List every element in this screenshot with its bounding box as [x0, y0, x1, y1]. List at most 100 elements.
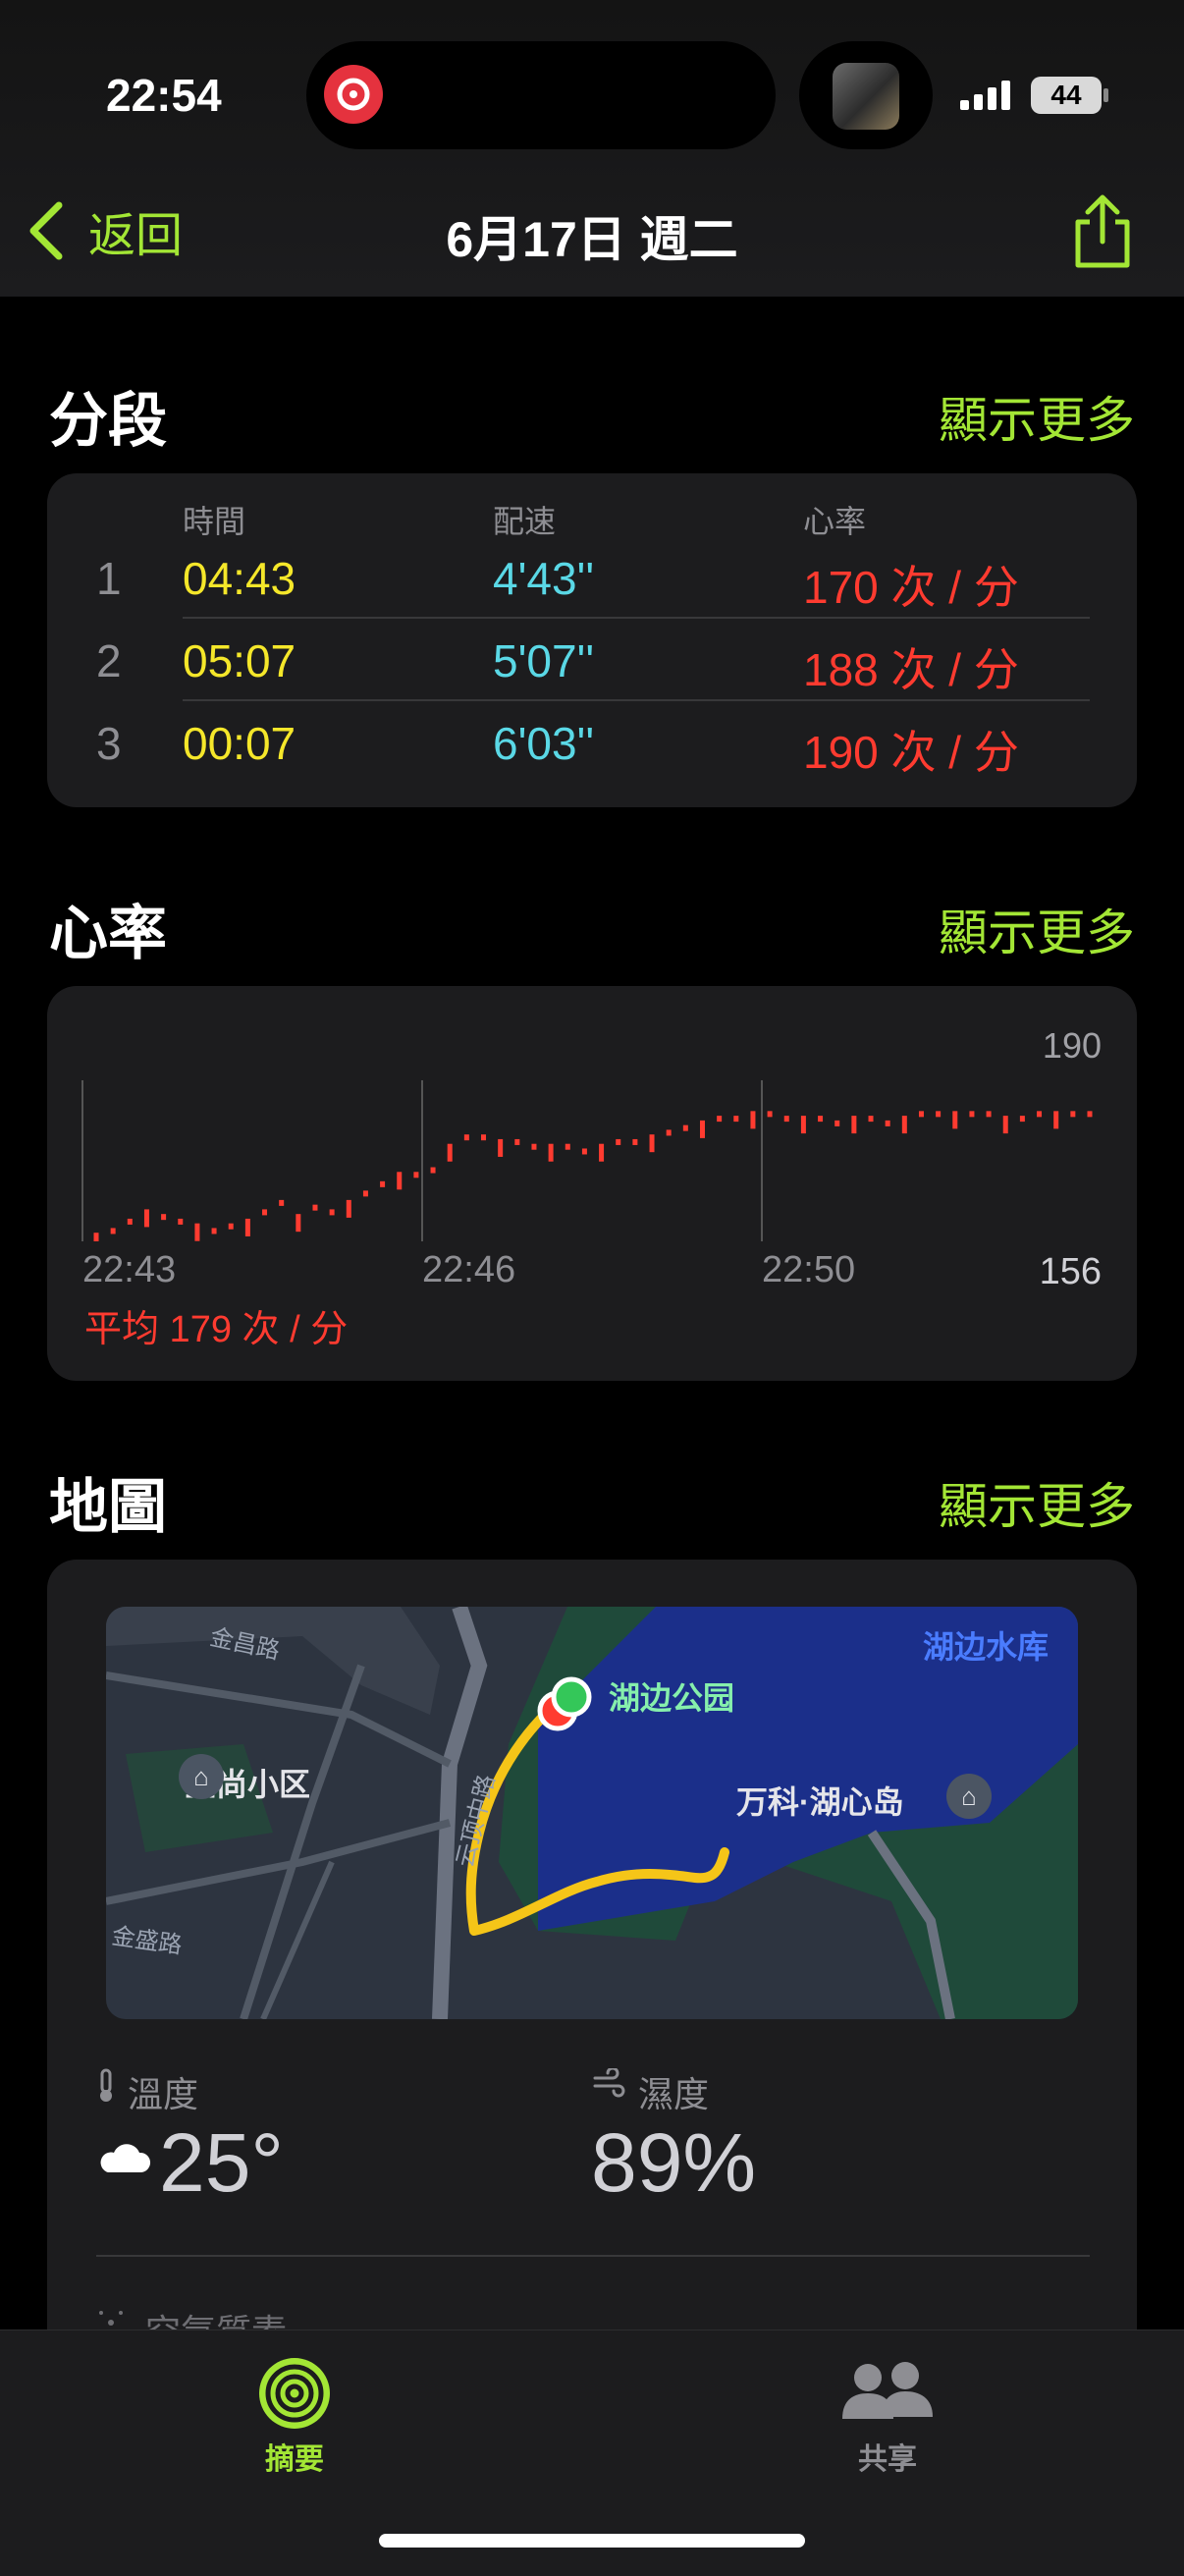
- splits-card: 時間 配速 心率 1 04:43 4'43'' 170 次 / 分 2 05:0…: [47, 473, 1137, 807]
- hr-data-point: [885, 1120, 890, 1126]
- humidity-wind-icon: [593, 2068, 625, 2098]
- cloud-icon: [100, 2144, 151, 2172]
- people-icon: [842, 2362, 933, 2419]
- hr-data-point: [498, 1138, 504, 1157]
- hr-data-point: [110, 1228, 116, 1234]
- heart-rate-card[interactable]: 190 22:43 22:46 22:50 156 平均 179 次 / 分: [47, 986, 1137, 1381]
- hr-data-point: [1087, 1111, 1093, 1118]
- map-label-island: 万科·湖心岛: [736, 1784, 904, 1820]
- hr-data-point: [868, 1116, 874, 1123]
- split-hr: 170 次 / 分: [803, 562, 1019, 613]
- map-label-park: 湖边公园: [609, 1680, 735, 1716]
- hr-data-point: [329, 1209, 335, 1216]
- x-tick-label: 22:46: [422, 1249, 516, 1290]
- hr-data-point: [481, 1134, 487, 1141]
- split-row: 3 00:07 6'03'' 190 次 / 分: [47, 701, 1137, 784]
- map-title: 地圖: [49, 1474, 167, 1540]
- hr-data-point: [312, 1204, 318, 1211]
- hr-data-point: [1002, 1116, 1008, 1134]
- hr-data-point: [986, 1111, 992, 1118]
- hr-data-point: [952, 1111, 958, 1129]
- share-icon[interactable]: [1068, 192, 1137, 271]
- hr-data-point: [413, 1172, 419, 1178]
- hr-data-point: [463, 1134, 469, 1141]
- split-number: 1: [96, 553, 122, 604]
- hr-data-point: [447, 1143, 453, 1162]
- signal-icon: [960, 81, 1010, 110]
- hr-data-point: [936, 1111, 942, 1118]
- hr-data-point: [1037, 1111, 1043, 1118]
- tab-sharing-label: 共享: [858, 2443, 917, 2476]
- split-number: 3: [96, 718, 122, 769]
- weather-divider: [96, 2255, 1090, 2257]
- map-card: 湖边公园 湖边水库 金尚小区 万科·湖心岛 金昌路 金盛路 云顶中路 ⌂ ⌂ 溫…: [47, 1560, 1137, 2365]
- community-poi-icon[interactable]: ⌂: [179, 1754, 224, 1799]
- battery-cap: [1103, 88, 1108, 102]
- hr-data-point: [514, 1138, 520, 1145]
- split-time: 00:07: [183, 718, 296, 769]
- island-poi-icon[interactable]: ⌂: [946, 1774, 992, 1819]
- thermometer-icon: [100, 2068, 112, 2102]
- hr-data-point: [699, 1120, 705, 1138]
- splits-title: 分段: [49, 388, 167, 454]
- heart-rate-show-more[interactable]: 顯示更多: [939, 894, 1135, 964]
- hr-data-point: [296, 1214, 301, 1233]
- hr-data-point: [244, 1218, 250, 1236]
- hr-data-point: [682, 1124, 688, 1131]
- hr-data-point: [194, 1223, 200, 1241]
- album-art-icon: [833, 63, 899, 130]
- hr-data-point: [767, 1111, 773, 1118]
- hr-data-point: [531, 1143, 537, 1150]
- hr-data-point: [1070, 1111, 1076, 1118]
- split-pace: 5'07'': [493, 635, 595, 686]
- hr-data-point: [565, 1143, 570, 1150]
- music-app-icon[interactable]: [324, 65, 383, 124]
- hr-data-point: [161, 1214, 167, 1221]
- hr-data-point: [818, 1116, 824, 1123]
- split-pace: 4'43'': [493, 553, 595, 604]
- x-tick-label: 22:43: [82, 1249, 177, 1290]
- battery-indicator: 44: [1031, 77, 1102, 114]
- map-show-more[interactable]: 顯示更多: [939, 1467, 1135, 1538]
- hr-data-point: [262, 1209, 268, 1216]
- humidity-value: 89%: [591, 2116, 757, 2209]
- heart-rate-chart: [81, 1080, 1093, 1241]
- hr-data-point: [918, 1111, 924, 1118]
- hr-data-point: [178, 1218, 184, 1225]
- hr-data-point: [380, 1180, 386, 1187]
- hr-data-point: [228, 1223, 234, 1230]
- split-number: 2: [96, 635, 122, 686]
- page-title: 6月17日 週二: [446, 212, 738, 267]
- temperature-value: 25°: [159, 2116, 285, 2209]
- x-tick-label: 22:50: [762, 1249, 856, 1290]
- temperature-label: 溫度: [128, 2074, 199, 2114]
- hr-data-point: [279, 1199, 285, 1206]
- hr-data-point: [750, 1111, 756, 1129]
- hr-data-point: [430, 1167, 436, 1174]
- hr-data-point: [599, 1143, 605, 1162]
- status-time: 22:54: [106, 70, 222, 121]
- hr-data-point: [362, 1190, 368, 1197]
- split-row: 1 04:43 4'43'' 170 次 / 分: [47, 536, 1137, 619]
- split-time: 04:43: [183, 553, 296, 604]
- humidity-label: 濕度: [638, 2074, 710, 2114]
- hr-data-point: [93, 1233, 99, 1241]
- home-indicator[interactable]: [379, 2534, 805, 2548]
- hr-data-point: [901, 1116, 907, 1134]
- hr-data-point: [834, 1120, 840, 1126]
- hr-data-point: [211, 1228, 217, 1234]
- chart-min-label: 156: [1039, 1251, 1102, 1292]
- hr-data-point: [616, 1138, 621, 1145]
- splits-show-more[interactable]: 顯示更多: [939, 381, 1135, 452]
- hr-data-point: [717, 1116, 723, 1123]
- hr-data-point: [143, 1209, 149, 1228]
- hr-data-point: [127, 1218, 133, 1225]
- activity-rings-icon: [259, 2358, 330, 2429]
- split-hr: 190 次 / 分: [803, 727, 1019, 778]
- hr-data-point: [548, 1143, 554, 1162]
- hr-data-point: [666, 1129, 672, 1136]
- route-map[interactable]: 湖边公园 湖边水库 金尚小区 万科·湖心岛 金昌路 金盛路 云顶中路 ⌂ ⌂: [106, 1607, 1078, 2019]
- hr-data-point: [397, 1172, 403, 1190]
- hr-data-point: [800, 1116, 806, 1134]
- hr-data-point: [1019, 1116, 1025, 1123]
